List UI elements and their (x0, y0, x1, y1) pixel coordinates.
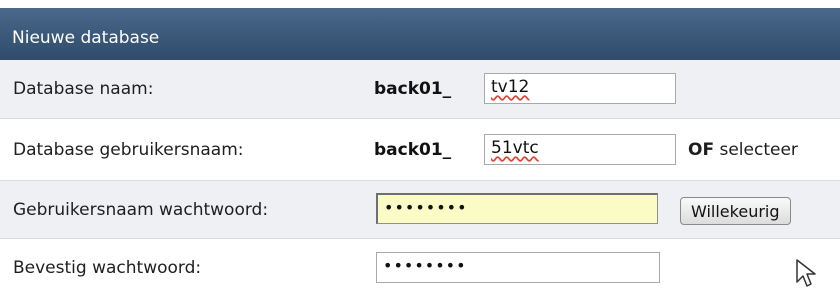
panel-title: Nieuwe database (12, 28, 160, 48)
row-user-password: Gebruikersnaam wachtwoord: •••••••• Will… (0, 181, 840, 239)
user-password-label: Gebruikersnaam wachtwoord: (13, 200, 269, 220)
database-username-input[interactable]: 51vtc (484, 134, 676, 165)
random-password-button[interactable]: Willekeurig (680, 197, 791, 225)
database-name-value: tv12 (491, 77, 530, 97)
or-select-text: OF selecteer (688, 140, 798, 160)
confirm-password-input[interactable]: •••••••• (376, 252, 660, 283)
database-name-input[interactable]: tv12 (484, 73, 676, 104)
database-username-label: Database gebruikersnaam: (13, 140, 244, 160)
database-username-value: 51vtc (491, 138, 539, 158)
row-confirm-password: Bevestig wachtwoord: •••••••• (0, 239, 840, 295)
confirm-password-label: Bevestig wachtwoord: (13, 258, 202, 278)
user-password-input[interactable]: •••••••• (376, 193, 658, 224)
database-username-prefix: back01_ (374, 140, 452, 160)
database-name-label: Database naam: (13, 79, 154, 99)
or-label: OF (688, 140, 715, 160)
panel-header: Nieuwe database (0, 0, 840, 60)
row-database-name: Database naam: back01_ tv12 (0, 60, 840, 119)
mouse-pointer-icon (796, 259, 816, 287)
database-name-prefix: back01_ (374, 79, 452, 99)
row-database-username: Database gebruikersnaam: back01_ 51vtc O… (0, 119, 840, 181)
select-label: selecteer (714, 140, 798, 160)
